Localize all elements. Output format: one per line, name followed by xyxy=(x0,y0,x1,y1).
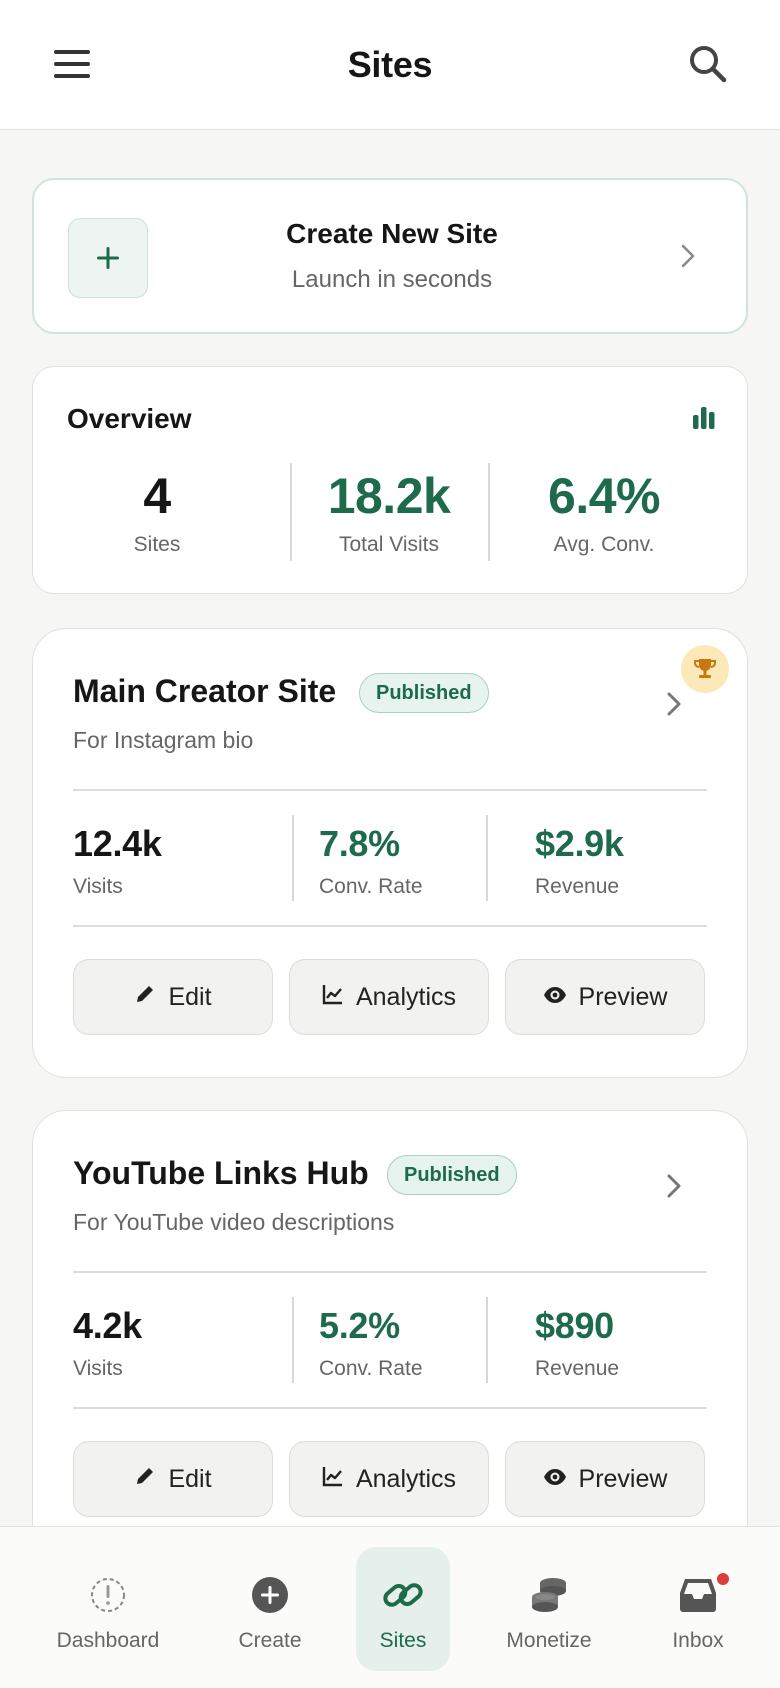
site-card[interactable]: Main Creator Site Published For Instagra… xyxy=(32,628,748,1078)
link-icon xyxy=(356,1573,450,1617)
nav-label: Create xyxy=(238,1629,302,1652)
coins-icon xyxy=(494,1573,604,1617)
create-site-subtitle: Launch in seconds xyxy=(291,266,493,293)
notification-dot xyxy=(715,1571,731,1587)
plus-circle-icon xyxy=(215,1573,325,1617)
create-new-site-card[interactable]: Create New Site Launch in seconds xyxy=(32,178,748,334)
edit-label: Edit xyxy=(168,1464,212,1493)
analytics-label: Analytics xyxy=(355,1464,457,1493)
metric-revenue: $890 Revenue xyxy=(535,1305,619,1381)
eye-icon xyxy=(543,983,567,1012)
overview-card: Overview 4 Sites 18.2k Total Visits 6.4%… xyxy=(32,366,748,594)
site-name: Main Creator Site xyxy=(73,673,337,709)
metric-conv-rate: 7.8% Conv. Rate xyxy=(319,823,423,899)
dashboard-icon xyxy=(53,1573,163,1617)
metric-value: $890 xyxy=(535,1305,614,1346)
metric-label: Visits xyxy=(73,1357,123,1380)
analytics-label: Analytics xyxy=(355,982,457,1011)
metric-value: $2.9k xyxy=(535,823,624,864)
bar-chart-icon xyxy=(693,407,715,434)
preview-button[interactable]: Preview xyxy=(505,959,705,1035)
status-badge: Published xyxy=(387,1155,517,1195)
site-card[interactable]: YouTube Links Hub Published For YouTube … xyxy=(32,1110,748,1560)
divider xyxy=(292,815,294,901)
nav-label: Monetize xyxy=(506,1629,592,1652)
bottom-navigation: Dashboard Create Sites Monetize Inbox xyxy=(0,1526,780,1688)
overview-title: Overview xyxy=(67,403,192,434)
metric-value: 12.4k xyxy=(73,823,162,864)
edit-button[interactable]: Edit xyxy=(73,1441,273,1517)
inbox-icon xyxy=(643,1573,753,1617)
stat-value: 4 xyxy=(143,468,171,524)
nav-item-sites[interactable]: Sites xyxy=(356,1547,450,1671)
nav-item-inbox[interactable]: Inbox xyxy=(643,1547,753,1671)
analytics-button[interactable]: Analytics xyxy=(289,959,489,1035)
stat-label: Avg. Conv. xyxy=(553,533,655,556)
stat-avg-conv: 6.4% Avg. Conv. xyxy=(489,467,719,557)
create-site-title: Create New Site xyxy=(286,218,498,249)
metric-conv-rate: 5.2% Conv. Rate xyxy=(319,1305,423,1381)
site-description: For YouTube video descriptions xyxy=(73,1209,395,1235)
metric-revenue: $2.9k Revenue xyxy=(535,823,624,899)
stat-label: Total Visits xyxy=(339,533,439,556)
chevron-right-icon[interactable] xyxy=(665,689,683,724)
menu-icon[interactable] xyxy=(52,44,92,84)
site-name: YouTube Links Hub xyxy=(73,1155,369,1191)
line-chart-icon xyxy=(322,983,344,1012)
line-chart-icon xyxy=(322,1465,344,1494)
top-app-bar: Sites xyxy=(0,0,780,130)
preview-label: Preview xyxy=(578,982,668,1011)
trophy-icon xyxy=(681,645,729,693)
site-description: For Instagram bio xyxy=(73,727,254,753)
metric-label: Revenue xyxy=(535,1357,620,1380)
chevron-right-icon xyxy=(680,242,696,275)
divider xyxy=(486,1297,488,1383)
metric-value: 5.2% xyxy=(319,1305,400,1346)
metric-visits: 12.4k Visits xyxy=(73,823,162,899)
pencil-icon xyxy=(134,983,156,1012)
nav-item-monetize[interactable]: Monetize xyxy=(494,1547,604,1671)
preview-button[interactable]: Preview xyxy=(505,1441,705,1517)
search-icon[interactable] xyxy=(686,42,730,86)
page-title: Sites xyxy=(347,43,433,85)
edit-label: Edit xyxy=(168,982,212,1011)
status-badge: Published xyxy=(359,673,489,713)
chevron-right-icon[interactable] xyxy=(665,1171,683,1206)
divider xyxy=(292,1297,294,1383)
metric-visits: 4.2k Visits xyxy=(73,1305,142,1381)
nav-label: Inbox xyxy=(672,1629,724,1652)
nav-label: Sites xyxy=(379,1629,427,1652)
metric-label: Conv. Rate xyxy=(319,875,423,898)
edit-button[interactable]: Edit xyxy=(73,959,273,1035)
divider xyxy=(73,1407,707,1409)
metric-value: 7.8% xyxy=(319,823,400,864)
divider xyxy=(73,1271,707,1273)
divider xyxy=(73,789,707,791)
nav-label: Dashboard xyxy=(56,1629,160,1652)
pencil-icon xyxy=(134,1465,156,1494)
divider xyxy=(73,925,707,927)
metric-label: Revenue xyxy=(535,875,620,898)
metric-value: 4.2k xyxy=(73,1305,142,1346)
preview-label: Preview xyxy=(578,1464,668,1493)
analytics-button[interactable]: Analytics xyxy=(289,1441,489,1517)
stat-sites: 4 Sites xyxy=(55,467,259,557)
stat-label: Sites xyxy=(133,533,181,556)
stat-value: 6.4% xyxy=(548,468,660,524)
nav-item-create[interactable]: Create xyxy=(215,1547,325,1671)
metric-label: Conv. Rate xyxy=(319,1357,423,1380)
divider xyxy=(486,815,488,901)
eye-icon xyxy=(543,1465,567,1494)
metric-label: Visits xyxy=(73,875,123,898)
stat-total-visits: 18.2k Total Visits xyxy=(291,467,487,557)
stat-value: 18.2k xyxy=(327,468,451,524)
nav-item-dashboard[interactable]: Dashboard xyxy=(53,1547,163,1671)
